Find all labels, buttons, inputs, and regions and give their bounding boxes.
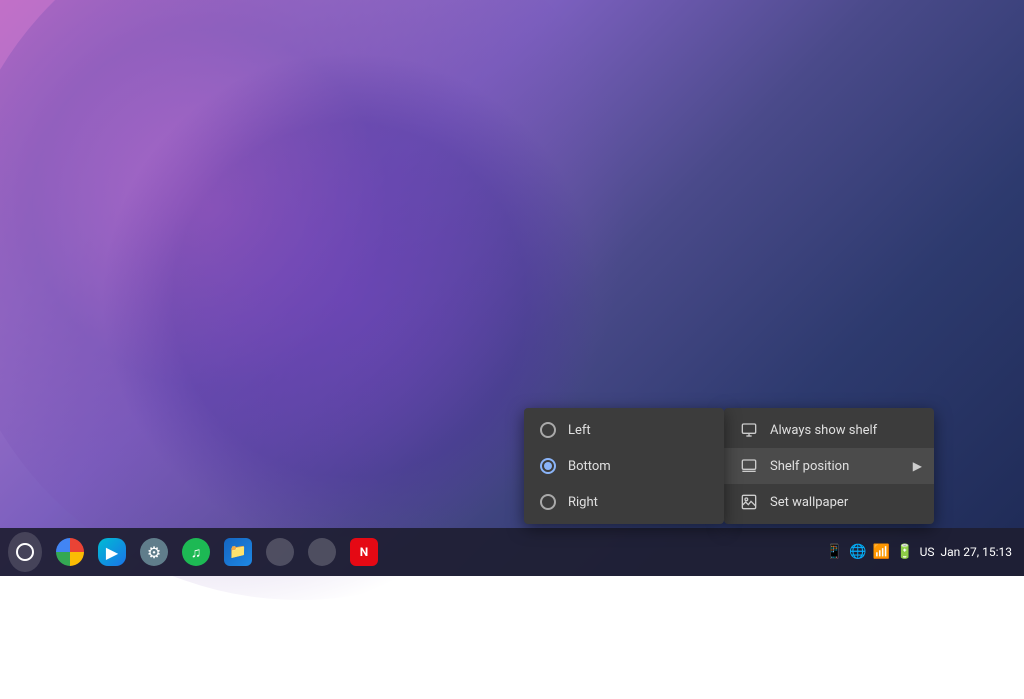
settings-app[interactable]: ⚙ (134, 532, 174, 572)
submenu-item-bottom[interactable]: Bottom (524, 448, 724, 484)
radio-right (540, 494, 556, 510)
wallpaper-icon (740, 493, 758, 511)
wifi-icon: 📶 (873, 544, 890, 560)
desktop: Always show shelf Shelf position ▶ Set w… (0, 0, 1024, 576)
shelf: ▶ ⚙ ♫ 📁 N (0, 528, 1024, 576)
shelf-apps: ▶ ⚙ ♫ 📁 N (8, 532, 826, 572)
menu-item-always-show-shelf[interactable]: Always show shelf (724, 412, 934, 448)
submenu-item-left[interactable]: Left (524, 412, 724, 448)
left-label: Left (568, 423, 591, 438)
play-store-app[interactable]: ▶ (92, 532, 132, 572)
locale-label: US (920, 545, 935, 559)
monitor-icon (740, 421, 758, 439)
bottom-label: Bottom (568, 459, 611, 474)
chrome-icon (56, 538, 84, 566)
always-show-shelf-label: Always show shelf (770, 423, 877, 438)
play-store-icon: ▶ (98, 538, 126, 566)
datetime-label[interactable]: Jan 27, 15:13 (941, 545, 1012, 559)
menu-item-set-wallpaper[interactable]: Set wallpaper (724, 484, 934, 520)
launcher-icon (8, 532, 42, 572)
system-tray[interactable]: 📱 🌐 📶 🔋 US Jan 27, 15:13 (826, 544, 1016, 560)
network-icon: 🌐 (849, 544, 866, 560)
spotify-icon: ♫ (182, 538, 210, 566)
netflix-app[interactable]: N (344, 532, 384, 572)
submenu-item-right[interactable]: Right (524, 484, 724, 520)
menu-item-shelf-position[interactable]: Shelf position ▶ (724, 448, 934, 484)
submenu-arrow-icon: ▶ (913, 459, 922, 473)
app-extra-2[interactable] (302, 532, 342, 572)
battery-icon: 🔋 (896, 544, 913, 560)
chrome-app[interactable] (50, 532, 90, 572)
files-icon: 📁 (224, 538, 252, 566)
phone-icon: 📱 (826, 544, 843, 560)
netflix-icon: N (350, 538, 378, 566)
radio-left (540, 422, 556, 438)
radio-bottom (540, 458, 556, 474)
extra-icon-1 (266, 538, 294, 566)
shelf-position-icon (740, 457, 758, 475)
extra-icon-2 (308, 538, 336, 566)
spotify-app[interactable]: ♫ (176, 532, 216, 572)
right-label: Right (568, 495, 598, 510)
launcher-button[interactable] (8, 532, 48, 572)
shelf-position-submenu: Left Bottom Right (524, 408, 724, 524)
shelf-position-label: Shelf position (770, 459, 849, 474)
settings-icon: ⚙ (140, 538, 168, 566)
files-app[interactable]: 📁 (218, 532, 258, 572)
context-menu: Always show shelf Shelf position ▶ Set w… (724, 408, 934, 524)
app-extra-1[interactable] (260, 532, 300, 572)
set-wallpaper-label: Set wallpaper (770, 495, 848, 510)
